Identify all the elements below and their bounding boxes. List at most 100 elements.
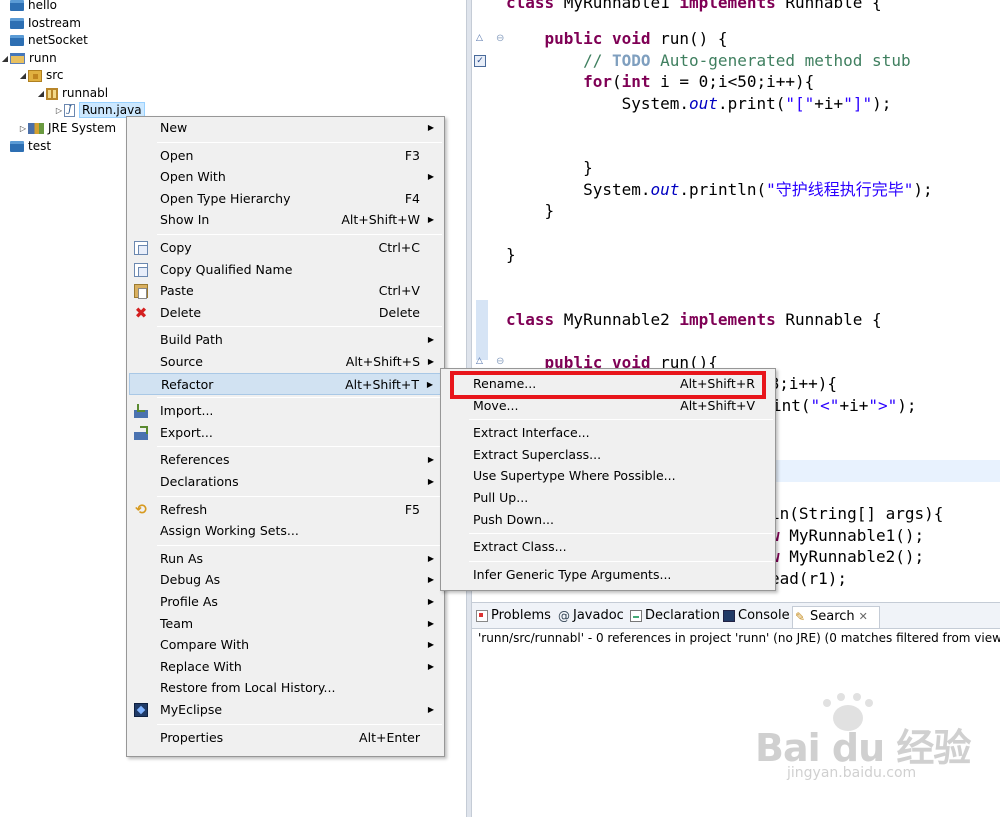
- code-line: // TODO Auto-generated method stub: [506, 50, 911, 72]
- menu-item-label: Source: [160, 354, 203, 369]
- submenu-arrow-icon: ▶: [427, 357, 434, 366]
- menu-item-refactor[interactable]: Refactor Alt+Shift+T ▶: [129, 372, 442, 395]
- menu-item-import[interactable]: Import...: [129, 400, 442, 422]
- menu-item-label: Open: [160, 147, 194, 163]
- menu-item-show-in[interactable]: Show In Alt+Shift+W ▶: [129, 209, 442, 231]
- menu-item-paste[interactable]: Paste Ctrl+V: [129, 280, 442, 302]
- baidu-jingyan-watermark: Bai du 经验 jingyan.baidu.com: [755, 693, 995, 810]
- code-line: for(int i = 0;i<50;i++){: [506, 71, 814, 93]
- submenu-item-use-supertype-where-possible[interactable]: Use Supertype Where Possible...: [443, 465, 773, 487]
- submenu-item-infer-generic-type-arguments[interactable]: Infer Generic Type Arguments...: [443, 564, 773, 586]
- menu-item-source[interactable]: Source Alt+Shift+S ▶: [129, 351, 442, 373]
- tree-item-runn[interactable]: ◢ runn: [0, 49, 57, 67]
- menu-item-label: Team: [160, 615, 194, 631]
- submenu-arrow-icon: ▶: [427, 597, 434, 606]
- tree-item-label: hello: [28, 0, 57, 12]
- menu-item-copy-qualified-name[interactable]: Copy Qualified Name: [129, 259, 442, 281]
- submenu-item-extract-class[interactable]: Extract Class...: [443, 536, 773, 558]
- tab-console[interactable]: Console: [721, 606, 791, 628]
- tree-expand-icon[interactable]: ◢: [0, 50, 10, 68]
- menu-item-profile-as[interactable]: Profile As ▶: [129, 591, 442, 613]
- menu-item-label: Open With: [160, 169, 226, 185]
- tab-declaration[interactable]: Declaration: [628, 606, 720, 628]
- tree-expand-icon[interactable]: ◢: [36, 85, 46, 103]
- problems-icon: [476, 609, 488, 622]
- menu-item-open[interactable]: Open F3: [129, 145, 442, 167]
- code-token: Runnable {: [785, 310, 882, 329]
- menu-item-assign-working-sets[interactable]: Assign Working Sets...: [129, 520, 442, 542]
- menu-item-label: Compare With: [160, 637, 250, 653]
- submenu-item-extract-interface[interactable]: Extract Interface...: [443, 422, 773, 444]
- code-line: System.out.print("["+i+"]");: [506, 93, 892, 115]
- menu-item-references[interactable]: References ▶: [129, 449, 442, 471]
- java-file-icon: J: [64, 104, 75, 117]
- menu-item-export[interactable]: Export...: [129, 422, 442, 444]
- task-marker-icon: ✓: [474, 55, 486, 67]
- submenu-item-extract-superclass[interactable]: Extract Superclass...: [443, 444, 773, 466]
- menu-item-label: Restore from Local History...: [160, 680, 336, 696]
- menu-item-team[interactable]: Team ▶: [129, 613, 442, 635]
- tab-javadoc[interactable]: @ Javadoc: [556, 606, 626, 628]
- code-line: int("<"+i+">");: [772, 395, 917, 417]
- console-icon: [723, 609, 735, 622]
- tree-item-iostream[interactable]: Iostream: [0, 14, 81, 32]
- tree-item-runnabl[interactable]: ◢ runnabl: [36, 84, 108, 102]
- menu-separator: [157, 141, 442, 143]
- submenu-arrow-icon: ▶: [427, 477, 434, 486]
- menu-item-declarations[interactable]: Declarations ▶: [129, 471, 442, 493]
- code-token: .print(: [717, 94, 786, 113]
- menu-separator: [157, 723, 442, 725]
- paste-icon: [134, 284, 148, 300]
- menu-item-replace-with[interactable]: Replace With ▶: [129, 656, 442, 678]
- menu-item-debug-as[interactable]: Debug As ▶: [129, 569, 442, 591]
- tree-expand-icon[interactable]: ▷: [54, 102, 64, 120]
- tree-expand-icon[interactable]: ◢: [18, 67, 28, 85]
- fold-toggle-icon[interactable]: ⊖: [496, 33, 504, 44]
- code-token: }: [506, 245, 516, 264]
- tab-label: Problems: [491, 608, 551, 623]
- menu-item-label: MyEclipse: [160, 702, 223, 717]
- code-token: "<": [810, 396, 840, 415]
- menu-item-properties[interactable]: Properties Alt+Enter: [129, 727, 442, 749]
- menu-item-delete[interactable]: ✖ Delete Delete: [129, 302, 442, 324]
- submenu-item-pull-up[interactable]: Pull Up...: [443, 487, 773, 509]
- library-icon: [28, 123, 44, 134]
- code-token: +i+: [839, 396, 869, 415]
- tree-item-src[interactable]: ◢ src: [18, 66, 64, 84]
- submenu-arrow-icon: ▶: [427, 705, 434, 714]
- watermark-brand: Bai du 经验: [755, 726, 971, 770]
- tree-expand-icon[interactable]: ▷: [18, 120, 28, 138]
- tab-problems[interactable]: Problems: [474, 606, 554, 628]
- menu-item-myeclipse[interactable]: MyEclipse ▶: [129, 699, 442, 721]
- tree-item-test[interactable]: test: [0, 137, 51, 155]
- menu-separator: [469, 533, 773, 535]
- menu-item-shortcut: Alt+Enter: [359, 729, 420, 745]
- close-icon[interactable]: ✕: [859, 610, 868, 623]
- tab-search[interactable]: ✎ Search ✕: [792, 606, 880, 628]
- menu-item-label: Copy Qualified Name: [160, 261, 293, 277]
- menu-item-copy[interactable]: Copy Ctrl+C: [129, 237, 442, 259]
- tree-item-jre-system[interactable]: ▷ JRE System: [18, 119, 116, 137]
- refresh-icon: ⟲: [135, 501, 147, 518]
- menu-item-run-as[interactable]: Run As ▶: [129, 548, 442, 570]
- fold-toggle-icon[interactable]: ⊖: [496, 356, 504, 367]
- tree-item-hello[interactable]: hello: [0, 0, 57, 14]
- menu-item-build-path[interactable]: Build Path ▶: [129, 329, 442, 351]
- menu-item-restore-from-local-history[interactable]: Restore from Local History...: [129, 677, 442, 699]
- menu-item-refresh[interactable]: ⟲ Refresh F5: [129, 499, 442, 521]
- menu-item-compare-with[interactable]: Compare With ▶: [129, 634, 442, 656]
- menu-item-label: New: [160, 120, 188, 135]
- submenu-item-push-down[interactable]: Push Down...: [443, 509, 773, 531]
- menu-item-label: Extract Superclass...: [473, 446, 602, 462]
- view-tab-bar: Problems @ Javadoc Declaration Console ✎ Searc…: [472, 603, 1000, 629]
- menu-item-open-type-hierarchy[interactable]: Open Type Hierarchy F4: [129, 188, 442, 210]
- menu-item-label: References: [160, 452, 230, 468]
- code-token: in(String[] args){: [770, 504, 944, 523]
- code-line: public void run() {: [506, 28, 728, 50]
- menu-item-open-with[interactable]: Open With ▶: [129, 166, 442, 188]
- tree-item-label: netSocket: [28, 33, 88, 47]
- menu-item-new[interactable]: New ▶: [129, 117, 442, 139]
- tree-item-netsocket[interactable]: netSocket: [0, 31, 88, 49]
- override-marker-icon: △: [476, 33, 483, 43]
